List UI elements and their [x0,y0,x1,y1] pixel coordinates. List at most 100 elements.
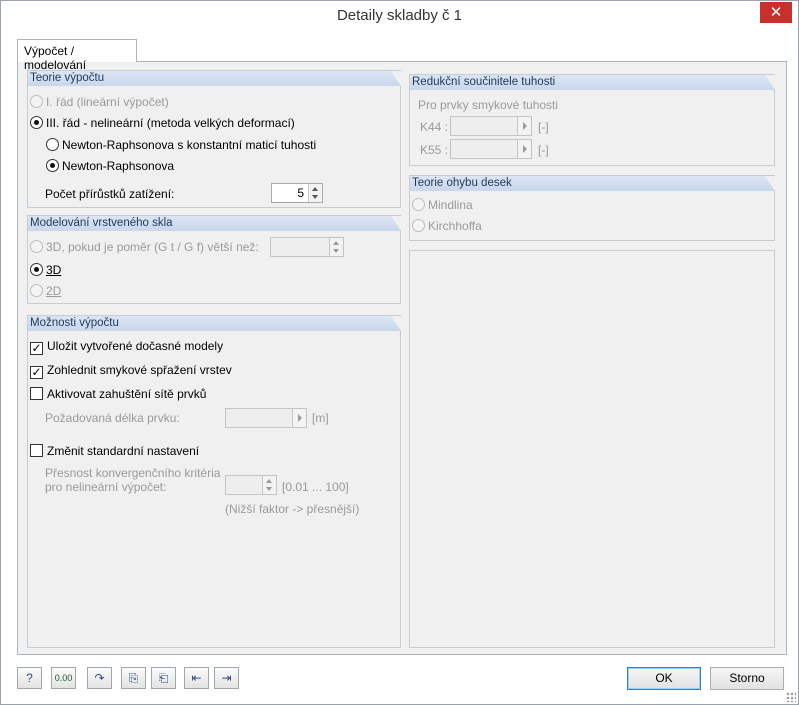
radio-mindlin[interactable]: Mindlina [412,198,473,212]
radio-third-order[interactable]: III. řád - nelineární (metoda velkých de… [30,116,295,130]
radio-first-order-label: I. řád (lineární výpočet) [46,95,169,109]
radio-circle [46,159,59,172]
radio-newton-label: Newton-Raphsonova [62,159,175,173]
load-steps-value: 5 [297,186,304,200]
group-header-calc-theory: Teorie výpočtu [28,71,401,86]
cancel-button[interactable]: Storno [710,667,784,690]
checkbox-box [30,387,43,400]
precision-note: (Nižší faktor -> přesnější) [225,502,360,516]
units-icon: 0.00 [54,673,73,683]
resize-grip-icon[interactable] [786,692,796,702]
radio-3d-label: 3D [46,263,62,277]
export-icon: ⇥ [221,671,232,685]
radio-newton-constant[interactable]: Newton-Raphsonova s konstantní maticí tu… [46,138,316,152]
precision-label-line2: pro nelineární výpočet: [45,480,167,494]
up-arrow-icon [312,187,318,191]
radio-mindlin-label: Mindlina [428,198,473,212]
group-header-laminated-glass: Modelování vrstveného skla [28,216,401,231]
k55-unit: [-] [538,143,549,157]
redo-icon: ↷ [94,671,105,685]
checkbox-change-defaults-label: Změnit standardní nastavení [47,444,200,458]
stepper-arrows[interactable] [308,184,322,202]
checkbox-mesh-refine[interactable]: Aktivovat zahuštění sítě prvků [30,387,206,401]
down-arrow-icon [333,249,339,253]
checkbox-save-models[interactable]: ✓ Uložit vytvořené dočasné modely [30,339,223,355]
radio-first-order[interactable]: I. řád (lineární výpočet) [30,95,169,109]
tab-panel: Teorie výpočtu I. řád (lineární výpočet)… [17,61,787,655]
help-button[interactable]: ? [17,667,42,689]
stiffness-subtitle: Pro prvky smykové tuhosti [418,98,559,112]
copy-icon: ⎘ [128,671,139,685]
radio-kirchhoff-label: Kirchhoffa [428,219,482,233]
radio-3d-conditional-label: 3D, pokud je poměr (G t / G f) větší než… [46,240,259,254]
help-icon: ? [26,671,33,685]
stepper-arrows[interactable] [292,409,306,427]
copy-button[interactable]: ⎘ [121,667,146,689]
radio-3d-conditional[interactable]: 3D, pokud je poměr (G t / G f) větší než… [30,240,259,254]
stepper-arrows[interactable] [329,238,343,256]
checkmark-icon: ✓ [30,365,43,379]
right-arrow-icon [523,145,527,153]
down-arrow-icon [312,195,318,199]
close-icon: ✕ [769,4,783,21]
paste-button[interactable]: ⎗ [151,667,176,689]
import-button[interactable]: ⇤ [184,667,209,689]
stepper-arrows[interactable] [517,117,531,135]
ok-button[interactable]: OK [627,667,701,690]
radio-3d[interactable]: 3D [30,263,61,277]
radio-newton[interactable]: Newton-Raphsonova [46,159,174,173]
checkbox-save-models-label: Uložit vytvořené dočasné modely [47,339,224,353]
ratio-stepper[interactable] [270,237,344,257]
checkbox-change-defaults[interactable]: Změnit standardní nastavení [30,444,199,458]
group-calc-theory: Teorie výpočtu I. řád (lineární výpočet)… [27,70,401,208]
group-stiffness-reduction: Redukční součinitele tuhosti Pro prvky s… [409,74,775,166]
group-header-plate-bending: Teorie ohybu desek [410,176,775,191]
radio-kirchhoff[interactable]: Kirchhoffa [412,219,482,233]
k44-unit: [-] [538,120,549,134]
import-icon: ⇤ [191,671,202,685]
k55-label: K55 : [420,143,449,157]
group-laminated-glass: Modelování vrstveného skla 3D, pokud je … [27,215,401,304]
radio-circle [30,240,43,253]
load-steps-stepper[interactable]: 5 [271,183,323,203]
title-bar: Detaily skladby č 1 ✕ [1,1,798,33]
right-arrow-icon [523,122,527,130]
export-button[interactable]: ⇥ [214,667,239,689]
precision-label-line1: Přesnost konvergenčního kritéria [45,466,221,480]
window-title: Detaily skladby č 1 [336,7,463,24]
radio-third-order-label: III. řád - nelineární (metoda velkých de… [46,116,295,130]
checkbox-shear-coupling[interactable]: ✓ Zohlednit smykové spřažení vrstev [30,363,232,379]
radio-circle [30,116,43,129]
radio-circle [412,219,425,232]
element-length-unit: [m] [312,411,329,425]
radio-circle [30,284,43,297]
units-button[interactable]: 0.00 [51,667,76,689]
element-length-label: Požadovaná délka prvku: [45,411,180,425]
checkbox-mesh-refine-label: Aktivovat zahuštění sítě prvků [47,387,207,401]
dialog-window: Detaily skladby č 1 ✕ Výpočet / modelová… [0,0,799,705]
stepper-arrows[interactable] [517,140,531,158]
k55-stepper[interactable] [450,139,532,159]
tab-calculation-modeling[interactable]: Výpočet / modelování [17,39,137,72]
close-button[interactable]: ✕ [760,2,792,23]
redo-button[interactable]: ↷ [87,667,112,689]
radio-2d-label: 2D [46,284,62,298]
k44-stepper[interactable] [450,116,532,136]
radio-newton-constant-label: Newton-Raphsonova s konstantní maticí tu… [62,138,317,152]
checkmark-icon: ✓ [30,341,43,355]
checkbox-box [30,444,43,457]
up-arrow-icon [266,479,272,483]
group-calc-options: Možnosti výpočtu ✓ Uložit vytvořené dočas… [27,315,401,648]
stepper-arrows[interactable] [262,476,276,494]
up-arrow-icon [333,241,339,245]
precision-range: [0.01 ... 100] [282,480,349,494]
precision-stepper[interactable] [225,475,277,495]
radio-2d[interactable]: 2D [30,284,61,298]
k44-label: K44 : [420,120,449,134]
right-arrow-icon [298,414,302,422]
group-header-calc-options: Možnosti výpočtu [28,316,401,331]
group-header-stiffness-reduction: Redukční součinitele tuhosti [410,75,775,90]
paste-icon: ⎗ [158,671,169,685]
element-length-stepper[interactable] [225,408,307,428]
radio-circle [30,263,43,276]
